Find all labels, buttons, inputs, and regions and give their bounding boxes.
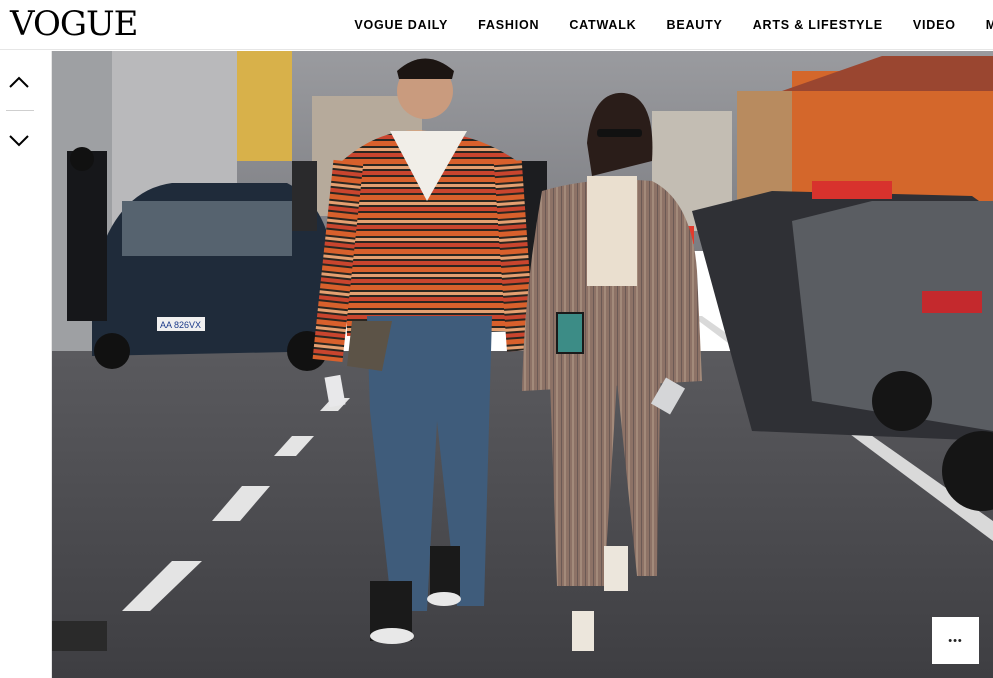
nav-more-truncated[interactable]: M	[986, 18, 993, 32]
previous-image-button[interactable]	[0, 56, 38, 108]
licence-plate-text: AA 826VX	[160, 320, 201, 330]
main-nav: VOGUE DAILY FASHION CATWALK BEAUTY ARTS …	[324, 0, 993, 50]
gallery-photo[interactable]: AA 826VX	[52, 51, 993, 678]
rail-divider	[6, 110, 34, 111]
chevron-down-icon	[9, 135, 29, 147]
nav-video[interactable]: VIDEO	[913, 18, 956, 32]
site-header: VOGUE VOGUE DAILY FASHION CATWALK BEAUTY…	[0, 0, 993, 50]
nav-arts-lifestyle[interactable]: ARTS & LIFESTYLE	[753, 18, 883, 32]
more-options-button[interactable]: •••	[932, 617, 979, 664]
nav-vogue-daily[interactable]: VOGUE DAILY	[354, 18, 448, 32]
chevron-up-icon	[9, 76, 29, 88]
next-image-button[interactable]	[0, 115, 38, 167]
ellipsis-icon: •••	[948, 634, 963, 647]
vogue-logo[interactable]: VOGUE	[10, 4, 138, 44]
nav-catwalk[interactable]: CATWALK	[569, 18, 636, 32]
nav-beauty[interactable]: BEAUTY	[667, 18, 723, 32]
gallery-left-rail	[0, 51, 52, 678]
nav-fashion[interactable]: FASHION	[478, 18, 539, 32]
street-style-photo: AA 826VX	[52, 51, 993, 678]
